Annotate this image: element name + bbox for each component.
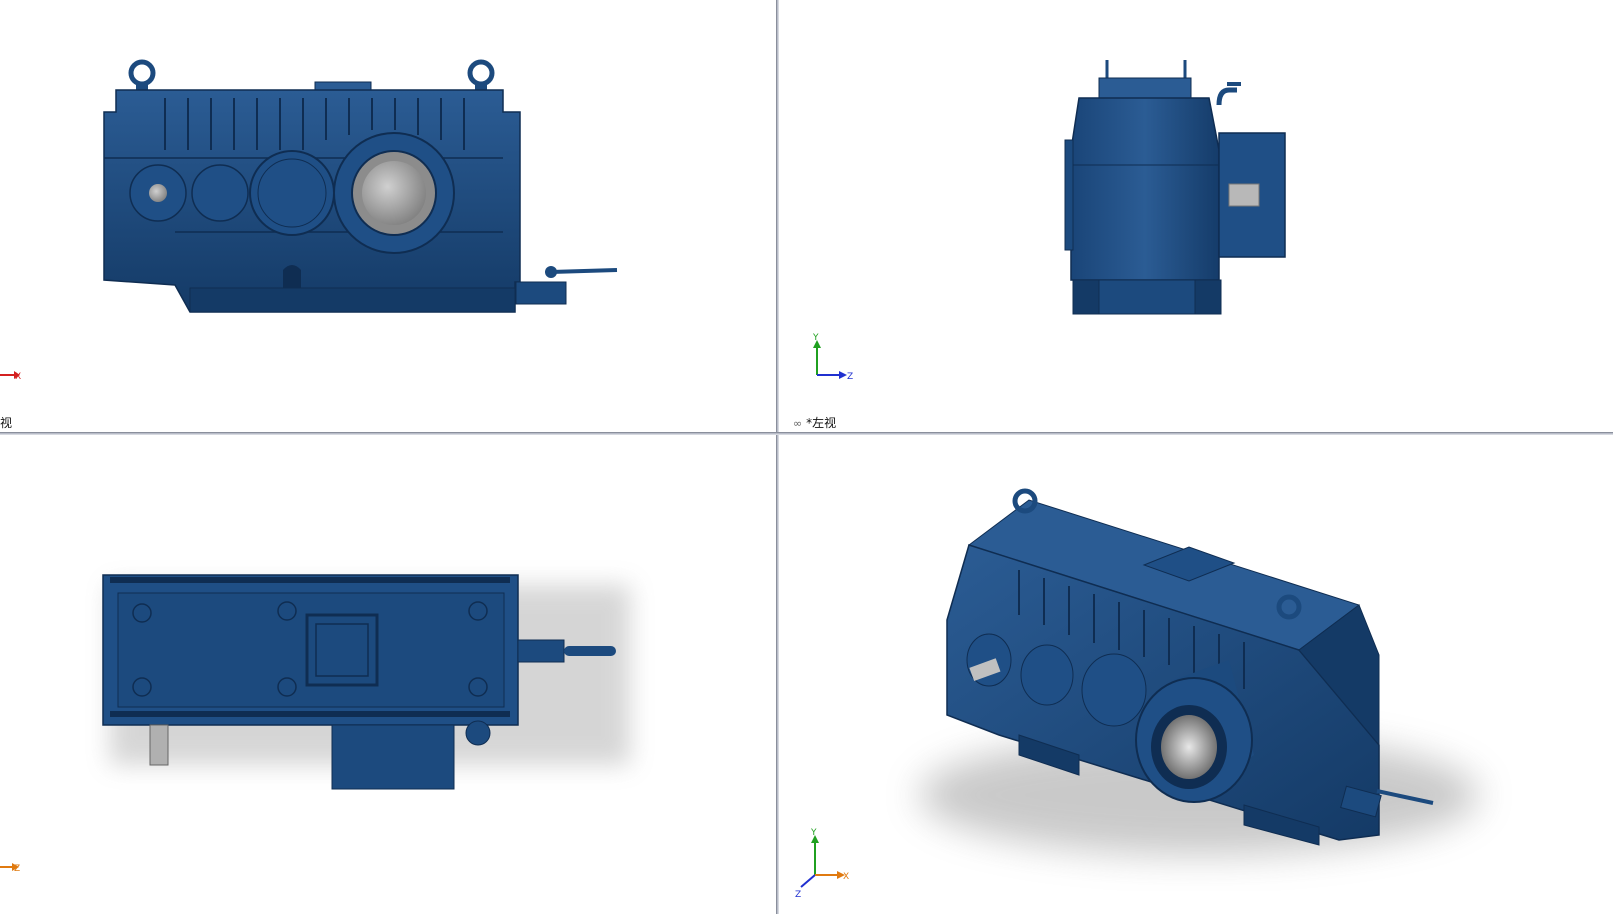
- output-shaft: [1228, 183, 1260, 207]
- output-housing-top: [331, 724, 455, 790]
- lifting-eye-left: [128, 59, 156, 87]
- axis-z-label-iso: Z: [795, 890, 801, 900]
- viewport-iso[interactable]: Y Z X: [779, 435, 1613, 914]
- viewport-label-front: 视: [0, 416, 13, 430]
- valve-handle: [550, 268, 618, 274]
- axis-y-label: Y: [812, 333, 819, 343]
- axis-x-label: X: [15, 372, 21, 382]
- viewport-splitter-vertical[interactable]: [776, 0, 779, 914]
- axis-z-label: Z: [847, 372, 853, 382]
- lifting-eye-right: [467, 59, 495, 87]
- housing-side: [1070, 97, 1220, 281]
- axis-x-label-iso: X: [843, 872, 849, 882]
- gearbox-left-view: Y Z: [812, 60, 1286, 382]
- viewport-front[interactable]: X 视: [0, 0, 776, 432]
- gearbox-top-view: Z: [0, 574, 630, 874]
- axis-z-label-top: Z: [14, 864, 20, 874]
- viewport-left[interactable]: Y Z ∞ *左视: [779, 0, 1613, 432]
- viewport-label-left: ∞ *左视: [793, 414, 836, 431]
- glasses-icon[interactable]: ∞: [793, 417, 802, 430]
- gearbox-front-view: X: [0, 59, 618, 382]
- input-shaft: [149, 184, 167, 202]
- axis-y-label-iso: Y: [810, 828, 817, 838]
- iso-output-bore: [1161, 715, 1217, 779]
- viewport-top[interactable]: Z: [0, 435, 776, 914]
- viewport-label-left-text: *左视: [806, 416, 837, 430]
- gearbox-iso-view: Y Z X: [795, 488, 1479, 900]
- drain-valve: [515, 281, 567, 305]
- input-shaft-top: [149, 724, 169, 766]
- viewport-splitter-horizontal[interactable]: [0, 432, 1613, 435]
